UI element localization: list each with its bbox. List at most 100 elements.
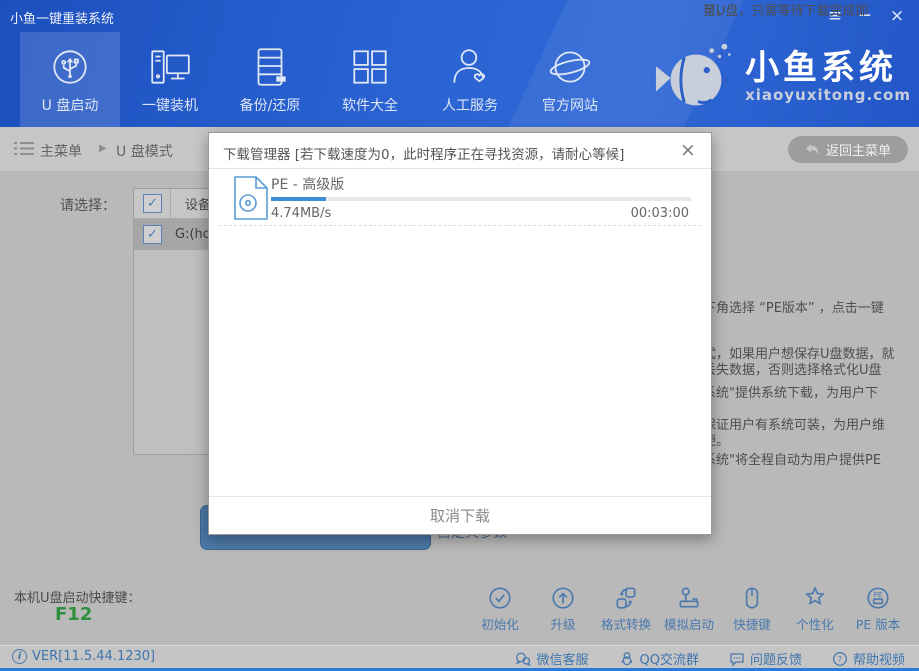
select-prompt-label: 请选择： bbox=[60, 195, 116, 215]
tool-initialize[interactable]: 初始化 bbox=[471, 585, 529, 633]
help-text-fragment: 下角选择 “PE版本” ，点击一键 bbox=[703, 297, 884, 316]
feedback-bubble-icon bbox=[729, 651, 745, 667]
help-text-fragment: 丢失数据，否则选择格式化U盘 bbox=[703, 359, 882, 378]
help-text-fragment: 可。 bbox=[703, 0, 729, 19]
device-row-checkbox[interactable]: ✓ bbox=[143, 225, 162, 244]
help-text-fragment: 系统"将全程自动为用户提供PE bbox=[703, 449, 881, 468]
simulate-boot-icon bbox=[676, 585, 702, 611]
nav-item-official-site[interactable]: 官方网站 bbox=[520, 32, 620, 127]
pe-version-icon: PE bbox=[865, 585, 891, 611]
cancel-download-button[interactable]: 取消下载 bbox=[209, 497, 711, 535]
boot-hotkey-value: F12 bbox=[55, 604, 92, 625]
disc-file-icon bbox=[233, 175, 269, 221]
item-divider bbox=[219, 225, 701, 226]
footer-link-feedback[interactable]: 问题反馈 bbox=[729, 649, 802, 668]
tool-label: 模拟启动 bbox=[664, 614, 714, 633]
dialog-header: 下载管理器 [若下载速度为0，此时程序正在寻找资源，请耐心等候] × bbox=[209, 133, 711, 169]
tool-hotkeys[interactable]: 快捷键 bbox=[723, 585, 781, 633]
fish-logo-icon bbox=[653, 38, 741, 116]
list-icon bbox=[14, 141, 34, 156]
wechat-icon bbox=[515, 651, 531, 667]
computer-icon bbox=[147, 44, 193, 90]
init-check-icon bbox=[487, 585, 513, 611]
download-item-name: PE - 高级版 bbox=[271, 174, 344, 194]
tool-pe-version[interactable]: PE PE 版本 bbox=[849, 585, 907, 633]
upgrade-arrow-icon bbox=[550, 585, 576, 611]
backup-server-icon bbox=[247, 44, 293, 90]
footer-link-label: 问题反馈 bbox=[750, 649, 802, 668]
back-button-label: 返回主菜单 bbox=[826, 140, 891, 159]
tool-row: 初始化 升级 格式转换 模拟启动 bbox=[471, 585, 907, 633]
close-icon[interactable]: × bbox=[885, 4, 909, 28]
format-convert-icon bbox=[613, 585, 639, 611]
tool-upgrade[interactable]: 升级 bbox=[534, 585, 592, 633]
dialog-close-icon[interactable]: × bbox=[677, 139, 699, 161]
version-info: i VER[11.5.44.1230] bbox=[12, 649, 155, 664]
nav-item-software-library[interactable]: 软件大全 bbox=[320, 32, 420, 127]
nav-label: 备份/还原 bbox=[240, 95, 301, 115]
nav-item-usb-boot[interactable]: U 盘启动 bbox=[20, 32, 120, 127]
nav-label: 人工服务 bbox=[442, 95, 498, 115]
nav-item-one-click-install[interactable]: 一键装机 bbox=[120, 32, 220, 127]
svg-text:?: ? bbox=[838, 655, 842, 664]
progress-bar bbox=[271, 197, 691, 201]
footer-link-wechat[interactable]: 微信客服 bbox=[515, 649, 588, 668]
tool-personalize[interactable]: 个性化 bbox=[786, 585, 844, 633]
progress-fill bbox=[271, 197, 326, 201]
breadcrumb-root[interactable]: 主菜单 bbox=[40, 141, 82, 161]
column-divider bbox=[170, 189, 171, 218]
breadcrumb-current: U 盘模式 bbox=[116, 141, 173, 161]
qq-icon bbox=[619, 651, 635, 667]
svg-text:PE: PE bbox=[874, 590, 883, 599]
device-row-label: G:(ho bbox=[175, 227, 211, 242]
info-icon: i bbox=[12, 649, 27, 664]
brand-logo: 小鱼系统 xiaoyuxitong.com bbox=[653, 38, 911, 116]
footer-link-label: QQ交流群 bbox=[640, 649, 699, 668]
globe-icon bbox=[547, 44, 593, 90]
time-remaining: 00:03:00 bbox=[631, 206, 689, 221]
download-manager-dialog: 下载管理器 [若下载速度为0，此时程序正在寻找资源，请耐心等候] × PE - … bbox=[208, 132, 712, 535]
nav-label: 官方网站 bbox=[542, 95, 598, 115]
footer-link-label: 帮助视频 bbox=[853, 649, 905, 668]
nav-label: U 盘启动 bbox=[42, 95, 99, 115]
download-speed: 4.74MB/s bbox=[271, 206, 331, 221]
nav-label: 一键装机 bbox=[142, 95, 198, 115]
mouse-icon bbox=[739, 585, 765, 611]
app-title: 小鱼一键重装系统 bbox=[10, 8, 114, 27]
logo-domain: xiaoyuxitong.com bbox=[745, 86, 911, 104]
select-all-checkbox[interactable]: ✓ bbox=[143, 194, 162, 213]
dialog-title: 下载管理器 [若下载速度为0，此时程序正在寻找资源，请耐心等候] bbox=[223, 143, 624, 163]
help-text-fragment: 系统"提供系统下载，为用户下 bbox=[703, 382, 878, 401]
tool-label: 升级 bbox=[550, 614, 575, 633]
tool-label: 格式转换 bbox=[601, 614, 651, 633]
nav-item-backup-restore[interactable]: 备份/还原 bbox=[220, 32, 320, 127]
tool-format-convert[interactable]: 格式转换 bbox=[597, 585, 655, 633]
personalize-star-icon bbox=[802, 585, 828, 611]
nav-item-human-service[interactable]: 人工服务 bbox=[420, 32, 520, 127]
app-window: 小鱼一键重装系统 ≡ ─ × U 盘启动 bbox=[0, 0, 919, 671]
back-to-main-menu-button[interactable]: 返回主菜单 bbox=[788, 136, 908, 163]
version-text: VER[11.5.44.1230] bbox=[32, 649, 155, 664]
footer-link-help[interactable]: ? 帮助视频 bbox=[832, 649, 905, 668]
help-circle-icon: ? bbox=[832, 651, 848, 667]
main-nav: U 盘启动 一键装机 备份/还原 bbox=[20, 32, 620, 127]
tool-label: 初始化 bbox=[481, 614, 519, 633]
tool-label: 快捷键 bbox=[733, 614, 771, 633]
tool-simulate-boot[interactable]: 模拟启动 bbox=[660, 585, 718, 633]
logo-title: 小鱼系统 bbox=[745, 50, 911, 86]
usb-icon bbox=[47, 44, 93, 90]
breadcrumb-separator-icon: ▶ bbox=[99, 143, 107, 154]
dialog-footer: 取消下载 bbox=[209, 496, 711, 534]
tool-label: PE 版本 bbox=[856, 614, 900, 633]
nav-label: 软件大全 bbox=[342, 95, 398, 115]
tool-label: 个性化 bbox=[796, 614, 834, 633]
top-banner: 小鱼一键重装系统 ≡ ─ × U 盘启动 bbox=[0, 0, 919, 127]
person-service-icon bbox=[447, 44, 493, 90]
apps-grid-icon bbox=[347, 44, 393, 90]
back-arrow-icon bbox=[805, 143, 820, 156]
footer-bar: i VER[11.5.44.1230] 微信客服 QQ交流群 bbox=[0, 645, 919, 668]
footer-link-qq[interactable]: QQ交流群 bbox=[619, 649, 699, 668]
footer-link-label: 微信客服 bbox=[536, 649, 588, 668]
help-text-fragment: 保证用户有系统可装，为用户维 bbox=[703, 414, 885, 433]
footer-links: 微信客服 QQ交流群 问题反馈 ? bbox=[515, 649, 905, 668]
